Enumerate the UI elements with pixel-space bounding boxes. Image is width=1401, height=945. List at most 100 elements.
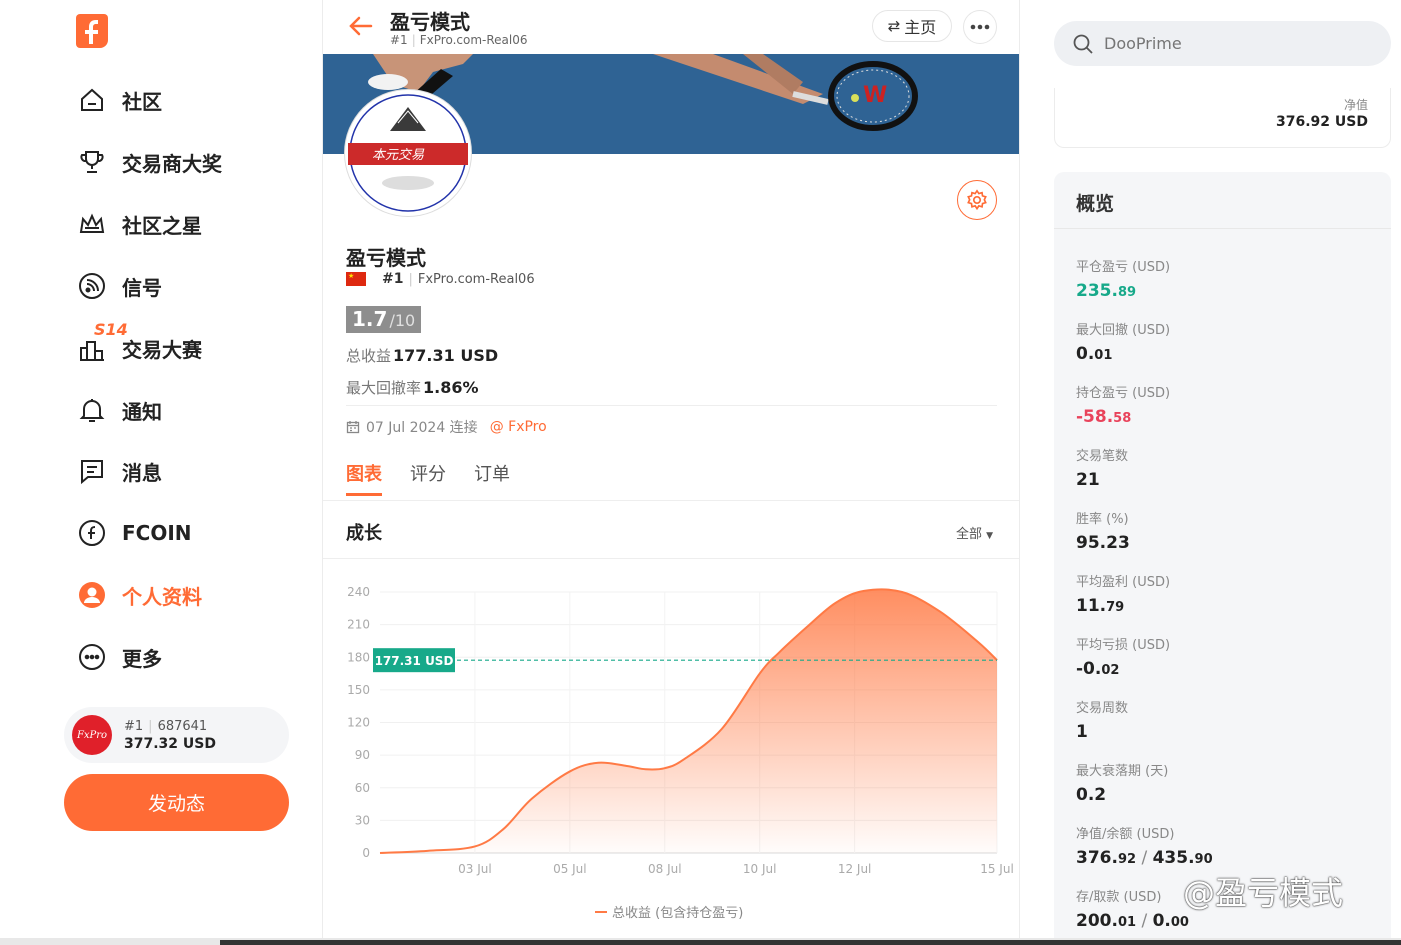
tab-rating[interactable]: 评分 (410, 460, 446, 496)
overview-stat-value: 95.23 (1076, 533, 1130, 553)
overview-stat-value: 376.92 / 435.90 (1076, 848, 1213, 868)
signal-icon (76, 270, 108, 302)
crown-icon (76, 208, 108, 240)
overview-stat-label: 持仓盈亏 (USD) (1076, 386, 1171, 401)
overview-stat-label: 最大衰落期 (天) (1076, 764, 1169, 779)
overview-stat-value: -0.02 (1076, 659, 1170, 679)
overview-panel: 概览 平仓盈亏 (USD) 235.89 最大回撤 (USD) 0.01 持仓盈亏 (U… (1054, 172, 1391, 945)
china-flag-icon (346, 272, 366, 286)
search-bar[interactable] (1054, 21, 1391, 66)
nav-messages[interactable]: 消息 (76, 451, 162, 491)
legend-label[interactable]: 总收益 (包含持仓盈亏) (612, 905, 743, 921)
stat-value-main: -0. (1076, 659, 1102, 679)
nav-broker-awards[interactable]: 交易商大奖 (76, 142, 222, 182)
tab-orders[interactable]: 订单 (474, 460, 510, 496)
max-drawdown-label: 最大回撤率 (346, 379, 422, 397)
profile-tabs: 图表 评分 订单 (346, 460, 538, 496)
x-tick-label: 03 Jul (458, 862, 492, 876)
back-arrow-icon[interactable] (347, 12, 375, 40)
overview-stat-value: -58.58 (1076, 407, 1170, 427)
total-profit-value: 177.31 USD (393, 346, 499, 365)
account-switcher[interactable]: FxPro #1 | 687641 377.32 USD (64, 707, 289, 763)
overview-stat: 平仓盈亏 (USD) 235.89 (1076, 256, 1170, 301)
stat-value-main: 11. (1076, 596, 1107, 616)
current-value-label: 177.31 USD (375, 654, 454, 668)
scrollbar-thumb[interactable] (220, 940, 1401, 945)
stat-value-main: 200. (1076, 911, 1118, 931)
nav-signals[interactable]: 信号 (76, 266, 162, 306)
profile-name: 盈亏模式 (346, 246, 426, 270)
nav-label: 社区 (122, 89, 162, 114)
nav-label: 社区之星 (122, 213, 202, 238)
y-tick-label: 150 (347, 683, 370, 697)
nav-label: FCOIN (122, 521, 192, 545)
growth-chart[interactable]: 177.31 USD 0 30 60 90 120 150 180 210 240 03 Jul 0… (323, 560, 1020, 945)
overview-stat-value: 1 (1076, 722, 1128, 742)
nav-label: 个人资料 (122, 584, 202, 609)
nav-community[interactable]: 社区 (76, 80, 162, 120)
nav-more[interactable]: 更多 (76, 637, 162, 677)
avatar-caption: 本元交易 (372, 147, 425, 163)
stat-value-decimals: 02 (1101, 663, 1120, 678)
top-header: 盈亏模式 #1 | FxPro.com-Real06 ⇄ 主页 (323, 0, 1019, 54)
overview-stat-label: 平均盈利 (USD) (1076, 575, 1171, 590)
app-logo-icon[interactable] (74, 12, 110, 50)
message-icon (76, 455, 108, 487)
more-options-button[interactable] (963, 10, 997, 44)
stat-value-decimals: 92 (1117, 852, 1137, 867)
settings-button[interactable] (957, 180, 997, 220)
nav-notifications[interactable]: 通知 (76, 390, 162, 430)
stat-value-main: -58. (1076, 407, 1114, 427)
nav-fcoin[interactable]: FCOIN (76, 513, 192, 553)
horizontal-scrollbar[interactable] (0, 938, 1401, 945)
score-value: 1.7 (352, 307, 388, 331)
contest-icon (76, 332, 108, 364)
post-button[interactable]: 发动态 (64, 774, 289, 831)
chart-range-dropdown[interactable]: 全部 ▼ (956, 523, 993, 542)
x-tick-label: 08 Jul (648, 862, 682, 876)
profile-account-line: #1|FxPro.com-Real06 (346, 271, 535, 287)
nav-label: 更多 (122, 646, 162, 671)
divider (346, 405, 997, 406)
overview-stat-value: 21 (1076, 470, 1128, 490)
stat-value-main: 1 (1076, 722, 1088, 742)
search-input[interactable] (1104, 34, 1354, 53)
score-badge[interactable]: 1.7 /10 (346, 306, 422, 333)
broker-link[interactable]: @ FxPro (490, 419, 547, 435)
overview-stat: 交易笔数 21 (1076, 445, 1128, 490)
stat-value-main: 376. (1076, 848, 1118, 868)
total-profit-stat: 总收益 177.31 USD (346, 345, 498, 366)
stat-value-decimals: 89 (1117, 285, 1137, 300)
x-tick-label: 15 Jul (980, 862, 1014, 876)
nav-profile[interactable]: 个人资料 (76, 575, 202, 615)
swap-icon: ⇄ (887, 17, 901, 35)
home-icon (76, 84, 108, 116)
home-button[interactable]: ⇄ 主页 (872, 10, 952, 42)
connection-info: 07 Jul 2024 连接 @ FxPro (346, 417, 547, 437)
fcoin-icon (76, 517, 108, 549)
x-tick-label: 10 Jul (743, 862, 777, 876)
overview-stat: 存/取款 (USD) 200.01 / 0.00 (1076, 886, 1189, 931)
profile-avatar[interactable]: 本元交易 (345, 90, 471, 216)
chart-section-title: 成长 (346, 523, 382, 544)
tab-chart[interactable]: 图表 (346, 460, 382, 496)
max-drawdown-stat: 最大回撤率 1.86% (346, 377, 479, 398)
chart-range-label: 全部 (956, 527, 983, 542)
page-title: 盈亏模式 (390, 10, 470, 34)
overview-stat-value: 0.01 (1076, 344, 1170, 364)
gear-icon (967, 189, 987, 211)
stat-value-main: 0.2 (1076, 785, 1107, 805)
overview-stat-label: 交易笔数 (1076, 449, 1129, 464)
nav-trading-contest[interactable]: 交易大赛 (76, 328, 202, 368)
stat-value-decimals: 79 (1106, 600, 1125, 615)
stat-value-decimals: 01 (1094, 348, 1113, 363)
overview-stat: 交易周数 1 (1076, 697, 1128, 742)
y-tick-label: 30 (355, 813, 370, 827)
total-profit-label: 总收益 (346, 347, 392, 365)
trophy-icon (76, 146, 108, 178)
stat-value-main: 21 (1076, 470, 1100, 490)
y-tick-label: 120 (347, 716, 370, 730)
overview-stat: 净值/余额 (USD) 376.92 / 435.90 (1076, 823, 1213, 868)
overview-stat-label: 交易周数 (1076, 701, 1129, 716)
nav-community-stars[interactable]: 社区之星 (76, 204, 202, 244)
